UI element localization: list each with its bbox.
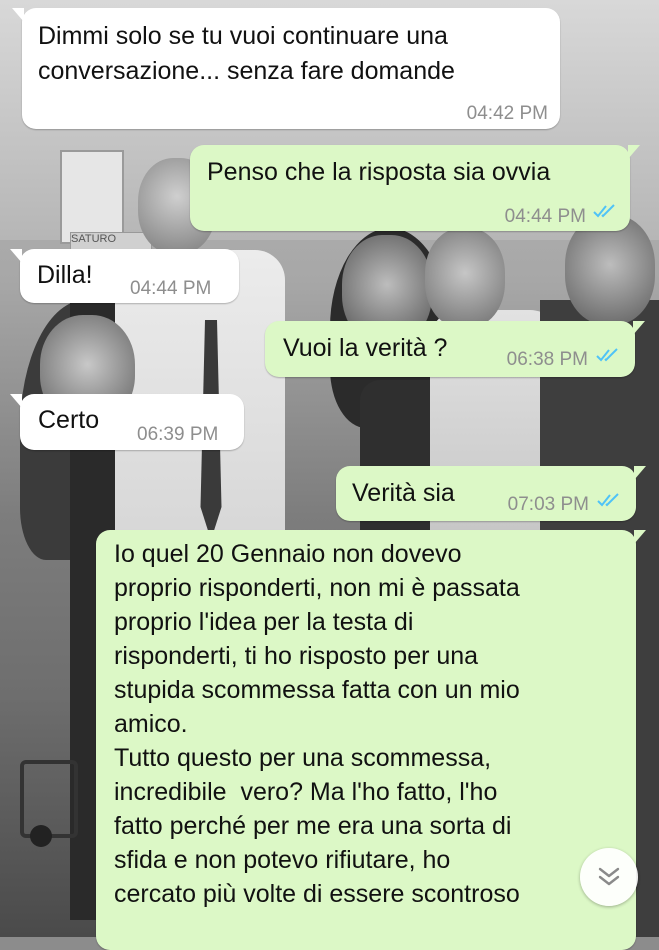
double-check-read-icon [593, 204, 615, 218]
message-text-line: Penso che la risposta sia ovvia [207, 158, 551, 186]
message-timestamp: 04:44 PM [504, 206, 586, 227]
message-text-line: proprio risponderti, non mi è passata [114, 574, 520, 602]
message-text-line: Certo [38, 406, 100, 434]
message-timestamp: 07:03 PM [507, 494, 589, 515]
incoming-message-bubble[interactable]: Dilla! 04:44 PM [10, 249, 239, 303]
message-text-line: Dimmi solo se tu vuoi continuare una [38, 22, 448, 50]
double-check-read-icon [597, 493, 619, 507]
message-text-line: conversazione... senza fare domande [38, 57, 455, 85]
message-text-line: fatto perché per me era una sorta di [114, 812, 512, 840]
scroll-to-bottom-button[interactable] [580, 848, 638, 906]
outgoing-message-bubble[interactable]: Verità sia 07:03 PM [336, 466, 646, 521]
outgoing-message-bubble[interactable]: Io quel 20 Gennaio non dovevo proprio ri… [96, 530, 646, 950]
message-text-line: risponderti, ti ho risposto per una [114, 642, 479, 670]
message-text-line: proprio l'idea per la testa di [114, 608, 414, 636]
message-text-line: Verità sia [352, 479, 455, 507]
incoming-message-bubble[interactable]: Dimmi solo se tu vuoi continuare una con… [12, 8, 560, 129]
message-text-line: amico. [114, 710, 188, 738]
message-timestamp: 06:38 PM [506, 349, 588, 370]
message-text-line: Dilla! [37, 261, 93, 289]
outgoing-message-bubble[interactable]: Penso che la risposta sia ovvia 04:44 PM [190, 145, 640, 231]
double-chevron-down-icon [598, 867, 620, 886]
message-text-line: Tutto questo per una scommessa, [114, 744, 492, 772]
message-timestamp: 04:44 PM [130, 278, 212, 299]
message-timestamp: 04:42 PM [466, 103, 548, 124]
message-text-line: Io quel 20 Gennaio non dovevo [114, 540, 462, 568]
message-text-line: incredibile vero? Ma l'ho fatto, l'ho [114, 778, 498, 806]
double-check-read-icon [596, 348, 618, 362]
message-text-line: sfida e non potevo rifiutare, ho [114, 846, 451, 874]
message-timestamp: 06:39 PM [137, 424, 219, 445]
message-text-line: Vuoi la verità ? [283, 334, 448, 362]
chat-message-list[interactable]: Dimmi solo se tu vuoi continuare una con… [0, 0, 659, 950]
outgoing-message-bubble[interactable]: Vuoi la verità ? 06:38 PM [265, 321, 645, 377]
incoming-message-bubble[interactable]: Certo 06:39 PM [10, 394, 244, 450]
message-text-line: stupida scommessa fatta con un mio [114, 676, 520, 704]
message-text-line: cercato più volte di essere scontroso [114, 880, 520, 908]
